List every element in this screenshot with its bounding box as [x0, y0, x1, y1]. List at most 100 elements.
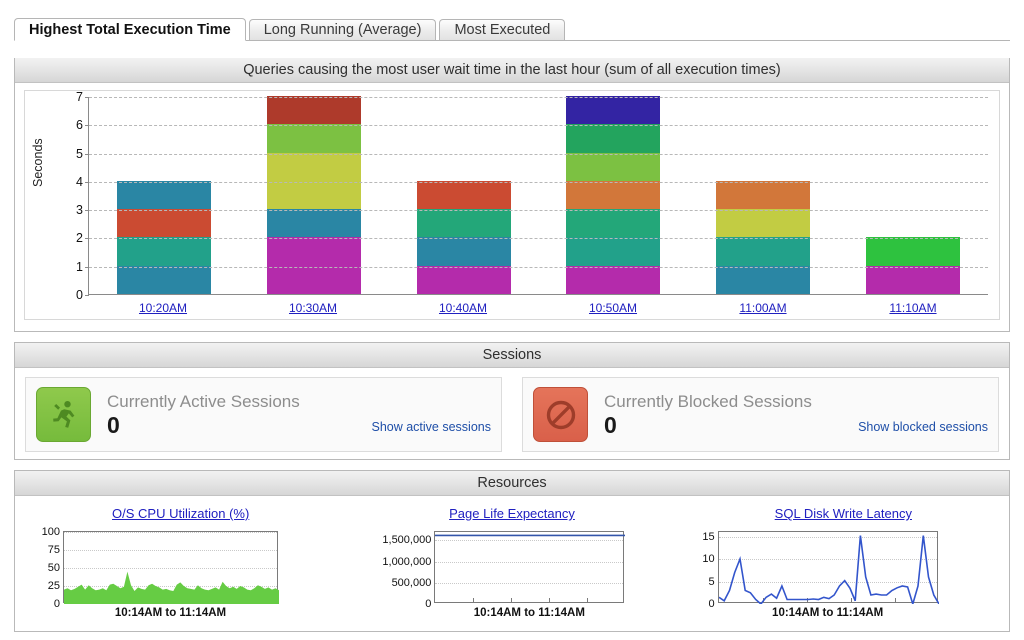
mini-x-axis-label: 10:14AM to 11:14AM — [434, 607, 624, 619]
chart-x-tick-link[interactable]: 10:40AM — [439, 301, 487, 315]
cpu-utilization-chart: 025507510010:14AM to 11:14AM — [15, 527, 346, 625]
tab-highest-total-execution-time[interactable]: Highest Total Execution Time — [14, 18, 246, 41]
bar-segment[interactable] — [417, 181, 511, 209]
bar-segment[interactable] — [117, 237, 211, 265]
bar-segment[interactable] — [716, 266, 810, 294]
mini-y-tick-label: 100 — [42, 526, 60, 538]
tab-bar: Highest Total Execution Time Long Runnin… — [14, 18, 1010, 41]
cpu-utilization-title[interactable]: O/S CPU Utilization (%) — [15, 506, 346, 521]
show-blocked-sessions-link[interactable]: Show blocked sessions — [858, 420, 988, 437]
show-active-sessions-link[interactable]: Show active sessions — [371, 420, 491, 437]
bar-segment[interactable] — [417, 266, 511, 294]
chart-gridline — [89, 97, 988, 98]
execution-time-chart: Seconds 01234567 10:20AM10:30AM10:40AM10… — [24, 90, 1000, 320]
bar-segment[interactable] — [117, 266, 211, 294]
chart-y-tick-mark — [85, 154, 89, 155]
disk-write-latency-title[interactable]: SQL Disk Write Latency — [678, 506, 1009, 521]
x-label-slot: 11:00AM — [688, 299, 838, 317]
no-entry-icon — [533, 387, 588, 442]
mini-y-tick-label: 0 — [709, 598, 715, 610]
bar-segment[interactable] — [267, 124, 361, 152]
bars-container — [89, 97, 988, 294]
bar-segment[interactable] — [267, 209, 361, 237]
bar-segment[interactable] — [866, 266, 960, 294]
bar-segment[interactable] — [566, 266, 660, 294]
tab-label: Long Running (Average) — [264, 22, 422, 38]
mini-y-tick-label: 25 — [48, 580, 60, 592]
chart-y-tick-mark — [85, 125, 89, 126]
chart-y-tick-label: 4 — [76, 175, 83, 189]
page-life-expectancy-cell: Page Life Expectancy 0500,0001,000,0001,… — [346, 497, 677, 632]
chart-gridline — [89, 154, 988, 155]
chart-y-tick-mark — [85, 182, 89, 183]
running-person-icon — [36, 387, 91, 442]
mini-y-tick-label: 1,500,000 — [382, 534, 431, 546]
mini-y-tick-label: 0 — [54, 598, 60, 610]
chart-y-tick-label: 0 — [76, 288, 83, 302]
x-label-slot: 10:20AM — [88, 299, 238, 317]
bar-segment[interactable] — [417, 209, 511, 237]
mini-series — [719, 532, 939, 604]
sql-monitor-dashboard: Highest Total Execution Time Long Runnin… — [0, 0, 1024, 640]
bar-segment[interactable] — [716, 237, 810, 265]
queries-panel-header: Queries causing the most user wait time … — [15, 58, 1009, 83]
bar-segment[interactable] — [566, 96, 660, 124]
page-life-expectancy-title[interactable]: Page Life Expectancy — [346, 506, 677, 521]
mini-y-tick-label: 50 — [48, 562, 60, 574]
blocked-sessions-row: 0 Show blocked sessions — [604, 413, 988, 437]
chart-y-tick-mark — [85, 295, 89, 296]
blocked-sessions-title: Currently Blocked Sessions — [604, 392, 988, 412]
chart-y-tick-label: 5 — [76, 147, 83, 161]
bar-segment[interactable] — [566, 209, 660, 237]
chart-y-tick-label: 7 — [76, 90, 83, 104]
chart-x-axis-labels: 10:20AM 10:30AM 10:40AM 10:50AM 11:00AM 11:10… — [88, 299, 988, 317]
chart-x-tick-link[interactable]: 10:20AM — [139, 301, 187, 315]
active-sessions-card: Currently Active Sessions 0 Show active … — [25, 377, 502, 452]
chart-y-tick-label: 2 — [76, 231, 83, 245]
chart-x-tick-link[interactable]: 11:00AM — [739, 301, 786, 315]
chart-x-tick-link[interactable]: 11:10AM — [889, 301, 936, 315]
chart-x-tick-link[interactable]: 10:50AM — [589, 301, 637, 315]
bar-segment[interactable] — [566, 181, 660, 209]
chart-x-tick-link[interactable]: 10:30AM — [289, 301, 337, 315]
bar-slot — [688, 97, 838, 294]
chart-gridline — [89, 267, 988, 268]
mini-y-tick-label: 5 — [709, 576, 715, 588]
sessions-body: Currently Active Sessions 0 Show active … — [15, 369, 1009, 460]
mini-y-tick-label: 500,000 — [392, 577, 432, 589]
bar-segment[interactable] — [866, 237, 960, 265]
mini-series — [435, 532, 625, 604]
bar-segment[interactable] — [117, 181, 211, 209]
active-sessions-text: Currently Active Sessions 0 Show active … — [107, 392, 491, 437]
chart-gridline — [89, 125, 988, 126]
bar-segment[interactable] — [566, 124, 660, 152]
tab-label: Highest Total Execution Time — [29, 22, 231, 38]
bar-slot — [838, 97, 988, 294]
tab-label: Most Executed — [454, 22, 550, 38]
blocked-sessions-text: Currently Blocked Sessions 0 Show blocke… — [604, 392, 988, 437]
bar-segment[interactable] — [716, 209, 810, 237]
chart-y-tick-mark — [85, 97, 89, 98]
sessions-panel: Sessions Currently Active Sessions 0 Sho… — [14, 342, 1010, 460]
chart-y-tick-mark — [85, 267, 89, 268]
bar-segment[interactable] — [117, 209, 211, 237]
chart-y-tick-label: 3 — [76, 203, 83, 217]
resources-body: O/S CPU Utilization (%) 0255075100 10:14A… — [15, 497, 1009, 632]
tab-long-running-average[interactable]: Long Running (Average) — [249, 19, 437, 40]
x-label-slot: 11:10AM — [838, 299, 988, 317]
bar-segment[interactable] — [716, 181, 810, 209]
bar-segment[interactable] — [417, 237, 511, 265]
active-sessions-count: 0 — [107, 413, 120, 437]
blocked-sessions-card: Currently Blocked Sessions 0 Show blocke… — [522, 377, 999, 452]
tab-most-executed[interactable]: Most Executed — [439, 19, 565, 40]
bar-slot — [89, 97, 239, 294]
chart-y-tick-label: 1 — [76, 260, 83, 274]
mini-series — [64, 532, 279, 604]
bar-segment[interactable] — [267, 96, 361, 124]
mini-y-tick-label: 0 — [425, 598, 431, 610]
bar-segment[interactable] — [566, 237, 660, 265]
chart-gridline — [89, 182, 988, 183]
mini-plot-area: 0255075100 — [63, 531, 278, 603]
bar-segment[interactable] — [566, 153, 660, 181]
bar-slot — [538, 97, 688, 294]
